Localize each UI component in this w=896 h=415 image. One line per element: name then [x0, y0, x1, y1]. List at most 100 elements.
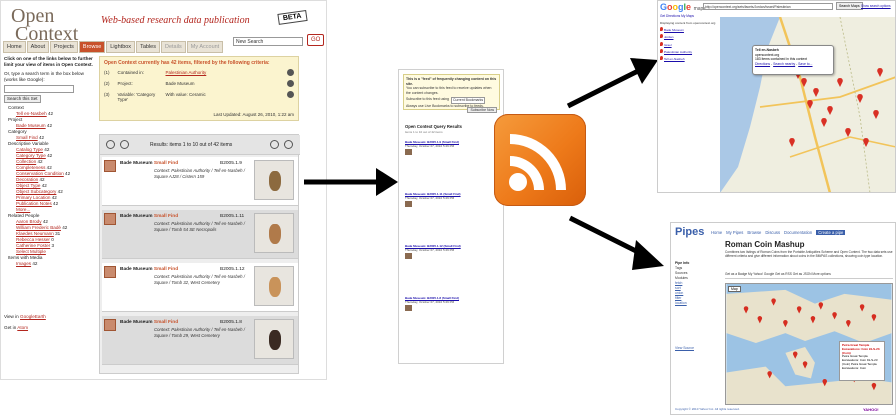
create-pipe-button[interactable]: Create a pipe — [816, 230, 846, 235]
map-canvas[interactable] — [720, 17, 896, 193]
facet-link[interactable]: Aaron Brody — [16, 219, 42, 224]
facet-link[interactable]: Completeness — [16, 165, 45, 170]
item-context: Context: Palestinian Authority / Tell en… — [154, 168, 245, 179]
result-item[interactable]: Bade Museum Small Find B2005.1.9 Context: … — [102, 157, 298, 206]
module-link[interactable]: sort — [675, 286, 681, 290]
map-type-button[interactable]: Map — [728, 286, 741, 292]
facet-search-input[interactable] — [4, 85, 74, 93]
feed-notice: This is a "feed" of frequently changing … — [406, 77, 497, 86]
facet-link[interactable]: Primary Location — [16, 195, 50, 200]
map-result-link[interactable]: Tell en-Nasbeh — [664, 57, 685, 61]
search-nearby-link[interactable]: Search nearby — [773, 62, 795, 66]
yahoo-pipes-screenshot: Pipes Home My Pipes Browse Discuss Docum… — [670, 222, 896, 415]
facet-link[interactable]: Small Find — [16, 135, 38, 140]
facet-link[interactable]: Decoration — [16, 177, 38, 182]
item-photo[interactable] — [254, 266, 294, 306]
open-context-screenshot: Open Context Web-based research data pub… — [0, 0, 327, 380]
nav-about[interactable]: About — [26, 41, 50, 53]
module-link[interactable]: fetch — [675, 281, 682, 285]
new-search-input[interactable]: New Search — [233, 37, 303, 46]
facet-link[interactable]: Tell en-Nasbeh — [16, 111, 47, 116]
facet-count: 42 — [39, 177, 45, 182]
result-item[interactable]: Bade Museum Small Find B2005.1.8 Context: … — [102, 316, 298, 365]
pipes-nav-home[interactable]: Home — [711, 230, 722, 235]
google-maps-logo[interactable]: Google maps — [660, 2, 706, 12]
map-result-item: Bade Museum — [660, 27, 718, 32]
first-page-icon[interactable] — [106, 140, 115, 149]
search-maps-button[interactable]: Search Maps — [836, 2, 863, 10]
facet-count: 42 — [47, 153, 53, 158]
view-in-label: View in — [4, 314, 19, 319]
pipes-logo[interactable]: Pipes — [675, 226, 704, 238]
prev-page-icon[interactable] — [120, 140, 129, 149]
search-set-button[interactable]: Search this Set — [4, 95, 41, 103]
pipes-nav-discuss[interactable]: Discuss — [765, 230, 780, 235]
item-photo[interactable] — [254, 160, 294, 200]
maps-search-input[interactable]: http://opencontext.org/sets/facets/Jorda… — [703, 3, 833, 10]
select-multiple-link[interactable]: Select Multiple — [16, 249, 46, 254]
last-page-icon[interactable] — [284, 140, 293, 149]
pipe-output-toolbar[interactable]: Get as a Badge My Yahoo! Google Get as R… — [725, 272, 893, 279]
nav-browse[interactable]: Browse — [78, 41, 106, 53]
result-item[interactable]: Bade Museum Small Find B2005.1.11 Context:… — [102, 210, 298, 259]
facet-link[interactable]: Catherine Foster — [16, 243, 50, 248]
item-project: Bade Museum — [120, 267, 153, 272]
facet-link[interactable]: William Frederic Badè — [16, 225, 61, 230]
item-id: B2005.1.8 — [220, 320, 242, 325]
item-photo[interactable] — [254, 319, 294, 359]
item-photo[interactable] — [254, 213, 294, 253]
pipes-nav-my-pipes[interactable]: My Pipes — [726, 230, 743, 235]
nav-tables[interactable]: Tables — [136, 41, 160, 53]
facet-link[interactable]: Rebecca Hesser — [16, 237, 50, 242]
next-page-icon[interactable] — [270, 140, 279, 149]
map-result-link[interactable]: Israel — [664, 43, 672, 47]
search-options-link[interactable]: Show search options — [861, 4, 891, 8]
map-result-link[interactable]: Jordan — [664, 35, 673, 39]
pipes-nav-browse[interactable]: Browse — [747, 230, 761, 235]
criterion-value[interactable]: Palestinian Authority — [166, 70, 207, 75]
module-link[interactable]: filter — [675, 296, 681, 300]
facet-link[interactable]: Category Type — [16, 153, 46, 158]
artifact-image — [269, 330, 281, 350]
view-source-link[interactable]: View Source — [675, 346, 694, 350]
atom-link[interactable]: Atom — [17, 325, 28, 330]
facet-link[interactable]: Conservation Condition — [16, 171, 64, 176]
nav-home[interactable]: Home — [3, 41, 26, 53]
facet-link[interactable]: Collection — [16, 159, 36, 164]
facet-list: Context Tell en-Nasbeh 42 Project Bade Muse… — [4, 105, 94, 267]
save-to-link[interactable]: Save to... — [798, 62, 812, 66]
module-link[interactable]: union — [675, 291, 683, 295]
subscribe-now-button[interactable]: Subscribe Now — [467, 107, 497, 113]
facet-item: Images 42 — [16, 261, 94, 267]
feed-item-thumb — [405, 149, 412, 155]
pipes-nav-documentation[interactable]: Documentation — [784, 230, 812, 235]
module-link[interactable]: location — [675, 301, 687, 305]
facet-link[interactable]: Klaedes Neumann — [16, 231, 54, 236]
remove-criterion-icon[interactable] — [287, 80, 294, 87]
result-item[interactable]: Bade Museum Small Find B2005.1.12 Context:… — [102, 263, 298, 312]
facet-link[interactable]: Images — [16, 261, 31, 266]
facet-link[interactable]: Object Type — [16, 183, 40, 188]
nav-details[interactable]: Details — [160, 41, 186, 53]
google-earth-link[interactable]: GoogleEarth — [20, 314, 46, 319]
facet-link[interactable]: Object Subcategory — [16, 189, 56, 194]
remove-criterion-icon[interactable] — [287, 91, 294, 98]
nav-lightbox[interactable]: Lightbox — [106, 41, 136, 53]
nav-projects[interactable]: Projects — [50, 41, 78, 53]
go-button[interactable]: GO — [307, 34, 325, 46]
open-context-logo[interactable]: Open Context — [11, 6, 78, 44]
nav-my-account[interactable]: My Account — [186, 41, 224, 53]
facet-link[interactable]: Publication Notes — [16, 201, 52, 206]
map-result-link[interactable]: Palestinian Authority — [664, 50, 692, 54]
directions-link[interactable]: Directions — [755, 62, 770, 66]
facet-link[interactable]: Catalog Type — [16, 147, 43, 152]
sidebar-footer: View in GoogleEarth Get in Atom — [4, 313, 46, 331]
map-result-link[interactable]: Bade Museum — [664, 28, 684, 32]
facet-link[interactable]: Bade Museum — [16, 123, 46, 128]
subscribe-select[interactable]: Current Bookmarks — [451, 97, 486, 104]
more-link[interactable]: More... — [16, 207, 30, 212]
maps-top-links[interactable]: Get Directions My Maps — [660, 14, 694, 18]
item-id: B2005.1.11 — [220, 214, 245, 219]
remove-criterion-icon[interactable] — [287, 69, 294, 76]
feed-item: Bade Museum: B2005.1.11 (Small Find) Thur… — [405, 192, 499, 207]
